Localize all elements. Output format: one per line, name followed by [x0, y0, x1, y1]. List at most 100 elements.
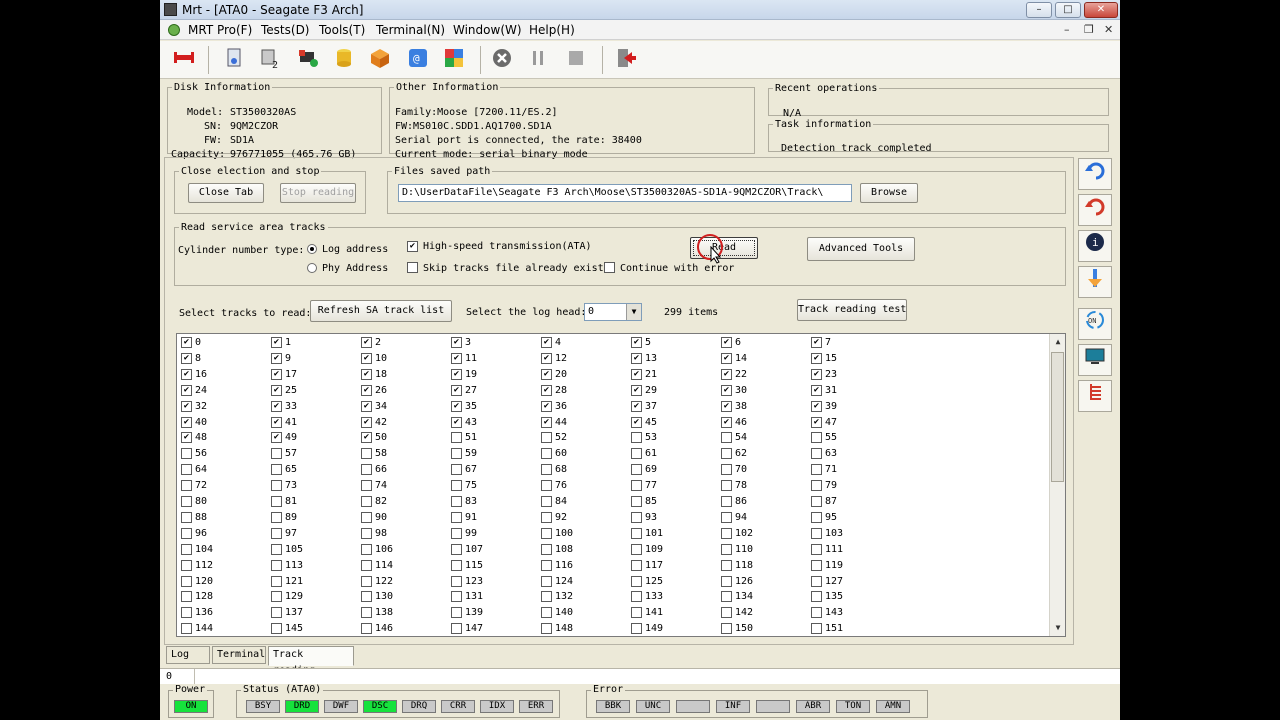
track-checkbox[interactable] [721, 416, 732, 428]
monitor-icon[interactable] [1078, 344, 1112, 376]
tab-track-reading[interactable]: Track reading [268, 646, 354, 676]
track-checkbox[interactable] [631, 448, 642, 460]
track-checkbox[interactable] [631, 352, 642, 364]
track-checkbox[interactable] [361, 400, 372, 412]
track-checkbox[interactable] [541, 384, 552, 396]
track-checkbox[interactable] [181, 511, 192, 523]
close-button[interactable]: ✕ [1084, 2, 1118, 18]
drive-info-2-icon[interactable]: 2 [256, 46, 284, 74]
track-checkbox[interactable] [541, 496, 552, 507]
track-checkbox[interactable] [451, 511, 462, 523]
track-checkbox[interactable] [631, 480, 642, 492]
track-checkbox[interactable] [811, 607, 822, 619]
disconnect-icon[interactable] [170, 46, 198, 74]
minimize-button[interactable]: – [1026, 2, 1052, 18]
track-checkbox[interactable] [361, 448, 372, 460]
track-checkbox[interactable] [811, 591, 822, 603]
menu-mrt-pro[interactable]: MRT Pro(F) [188, 23, 252, 37]
info-icon[interactable]: i [1078, 230, 1112, 262]
track-checkbox[interactable] [811, 368, 822, 380]
track-checkbox[interactable] [721, 559, 732, 571]
track-checkbox[interactable] [451, 384, 462, 396]
track-checkbox[interactable] [811, 559, 822, 571]
track-checkbox[interactable] [361, 623, 372, 635]
track-checkbox[interactable] [451, 432, 462, 444]
track-checkbox[interactable] [361, 337, 372, 348]
track-checkbox[interactable] [721, 607, 732, 619]
track-checkbox[interactable] [721, 337, 732, 348]
track-checkbox[interactable] [361, 543, 372, 555]
stop-reading-button[interactable]: Stop reading [280, 183, 356, 203]
track-checkbox[interactable] [631, 384, 642, 396]
high-speed-checkbox[interactable] [407, 241, 418, 252]
drive-info-icon[interactable] [220, 46, 248, 74]
track-checkbox[interactable] [541, 575, 552, 587]
track-checkbox[interactable] [451, 607, 462, 619]
track-checkbox[interactable] [631, 368, 642, 380]
package-icon[interactable] [366, 46, 394, 74]
track-checkbox[interactable] [631, 623, 642, 635]
cylinder-icon[interactable] [330, 46, 358, 74]
scroll-thumb[interactable] [1051, 352, 1064, 482]
rotate-icon[interactable]: ON [1078, 308, 1112, 340]
track-checkbox[interactable] [721, 368, 732, 380]
track-checkbox[interactable] [271, 384, 282, 396]
track-checkbox[interactable] [181, 448, 192, 460]
track-checkbox[interactable] [811, 352, 822, 364]
menu-help[interactable]: Help(H) [529, 23, 575, 37]
track-checkbox[interactable] [631, 511, 642, 523]
track-checkbox[interactable] [451, 623, 462, 635]
track-checkbox[interactable] [271, 496, 282, 507]
track-checkbox[interactable] [811, 527, 822, 539]
track-checkbox[interactable] [451, 591, 462, 603]
track-checkbox[interactable] [541, 559, 552, 571]
track-checkbox[interactable] [631, 543, 642, 555]
chevron-down-icon[interactable]: ▼ [626, 304, 641, 320]
stop-icon[interactable] [488, 46, 516, 74]
track-checkbox[interactable] [811, 575, 822, 587]
track-checkbox[interactable] [361, 464, 372, 476]
track-checkbox[interactable] [721, 543, 732, 555]
track-checkbox[interactable] [631, 527, 642, 539]
track-checkbox[interactable] [631, 575, 642, 587]
track-checkbox[interactable] [181, 543, 192, 555]
track-checkbox[interactable] [541, 337, 552, 348]
track-checkbox[interactable] [361, 416, 372, 428]
track-checkbox[interactable] [361, 480, 372, 492]
track-checkbox[interactable] [721, 623, 732, 635]
track-list[interactable]: 0123456789101112131415161718192021222324… [176, 333, 1066, 637]
track-checkbox[interactable] [721, 511, 732, 523]
track-checkbox[interactable] [181, 591, 192, 603]
track-checkbox[interactable] [181, 432, 192, 444]
track-checkbox[interactable] [361, 352, 372, 364]
track-checkbox[interactable] [541, 448, 552, 460]
track-checkbox[interactable] [271, 623, 282, 635]
track-checkbox[interactable] [451, 559, 462, 571]
track-checkbox[interactable] [631, 432, 642, 444]
track-checkbox[interactable] [721, 591, 732, 603]
track-checkbox[interactable] [721, 432, 732, 444]
browse-button[interactable]: Browse [860, 183, 918, 203]
track-checkbox[interactable] [361, 432, 372, 444]
track-checkbox[interactable] [271, 464, 282, 476]
chip-icon[interactable] [294, 46, 322, 74]
track-checkbox[interactable] [541, 352, 552, 364]
mdi-close-button[interactable]: ✕ [1104, 23, 1113, 36]
mdi-minimize-button[interactable]: – [1064, 23, 1070, 36]
track-checkbox[interactable] [271, 352, 282, 364]
track-checkbox[interactable] [541, 591, 552, 603]
undo-icon[interactable] [1078, 158, 1112, 190]
track-checkbox[interactable] [181, 559, 192, 571]
track-checkbox[interactable] [271, 400, 282, 412]
track-checkbox[interactable] [631, 337, 642, 348]
exit-icon[interactable] [612, 46, 640, 74]
track-checkbox[interactable] [361, 511, 372, 523]
track-checkbox[interactable] [721, 480, 732, 492]
track-checkbox[interactable] [721, 527, 732, 539]
track-checkbox[interactable] [271, 591, 282, 603]
refresh-track-list-button[interactable]: Refresh SA track list [310, 300, 452, 322]
track-checkbox[interactable] [361, 368, 372, 380]
pause-icon[interactable] [524, 46, 552, 74]
tree-icon[interactable] [1078, 380, 1112, 412]
track-checkbox[interactable] [631, 559, 642, 571]
